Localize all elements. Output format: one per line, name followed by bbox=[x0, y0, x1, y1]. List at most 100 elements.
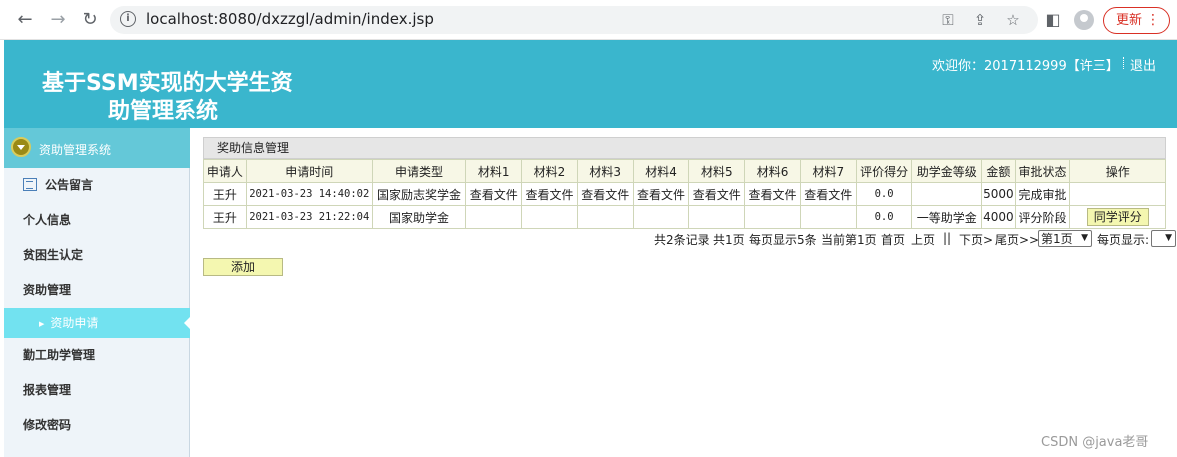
cell-material bbox=[576, 205, 634, 229]
pager-first-link[interactable]: 首页 bbox=[881, 231, 905, 248]
header-divider bbox=[1123, 57, 1124, 69]
panel-title: 奖助信息管理 bbox=[203, 137, 1166, 159]
cell-material bbox=[465, 205, 523, 229]
app-title-line2: 助管理系统 bbox=[108, 99, 219, 124]
address-bar[interactable]: i localhost:8080/dxzzgl/admin/index.jsp … bbox=[110, 6, 1038, 34]
sidebar-item-label: 勤工助学管理 bbox=[23, 348, 96, 362]
cell-type: 国家励志奖学金 bbox=[371, 182, 467, 206]
view-file-link[interactable]: 查看文件 bbox=[576, 182, 634, 206]
cell-level: 一等助学金 bbox=[911, 205, 983, 229]
sidebar-item-work-study[interactable]: 勤工助学管理 bbox=[4, 338, 190, 373]
sidebar-item-label: 公告留言 bbox=[45, 178, 94, 192]
column-header: 材料5 bbox=[688, 159, 746, 183]
cell-action: 同学评分 bbox=[1069, 205, 1166, 229]
view-file-link[interactable]: 查看文件 bbox=[465, 182, 523, 206]
sidebar-item-aid-management[interactable]: 资助管理 bbox=[4, 273, 190, 308]
view-file-link[interactable]: 查看文件 bbox=[744, 182, 801, 206]
cell-time: 2021-03-23 21:22:04 bbox=[245, 205, 373, 229]
update-button[interactable]: 更新 ⋮ bbox=[1103, 7, 1170, 34]
page-select[interactable]: 第1页 ▼ bbox=[1038, 230, 1092, 247]
site-info-icon[interactable]: i bbox=[120, 11, 136, 27]
sidebar-item-label: 贫困生认定 bbox=[23, 248, 84, 262]
table-header-row: 申请人 申请时间 申请类型 材料1 材料2 材料3 材料4 材料5 材料6 材料… bbox=[203, 159, 1166, 183]
sidebar-item-label: 资助申请 bbox=[50, 316, 99, 330]
cell-amount: 4000 bbox=[981, 205, 1016, 229]
caret-right-icon: ▶ bbox=[39, 320, 45, 328]
sidebar-system-header[interactable]: 资助管理系统 bbox=[4, 128, 190, 168]
pagination: 共2条记录 共1页 每页显示5条 当前第1页 首页 上页 || 下页> 尾页>>… bbox=[654, 230, 1177, 248]
pager-next-link[interactable]: 下页> bbox=[959, 231, 993, 248]
browser-toolbar: ← → ↻ i localhost:8080/dxzzgl/admin/inde… bbox=[0, 0, 1177, 40]
cell-score: 0.0 bbox=[855, 205, 913, 229]
cell-material bbox=[521, 205, 578, 229]
column-header: 申请时间 bbox=[245, 159, 373, 183]
cell-material bbox=[632, 205, 690, 229]
share-icon[interactable]: ⇪ bbox=[970, 10, 990, 30]
sidebar-item-label: 报表管理 bbox=[23, 383, 72, 397]
cell-time: 2021-03-23 14:40:02 bbox=[245, 182, 373, 206]
add-button[interactable]: 添加 bbox=[203, 258, 283, 276]
pager-divider: || bbox=[943, 231, 952, 245]
cell-type: 国家助学金 bbox=[371, 205, 467, 229]
sidebar-item-notice[interactable]: 公告留言 bbox=[4, 168, 190, 203]
sidebar-subitem-aid-application[interactable]: ▶ 资助申请 bbox=[4, 308, 191, 338]
chevron-down-icon: ▼ bbox=[1081, 233, 1088, 243]
sidebar-item-reports[interactable]: 报表管理 bbox=[4, 373, 190, 408]
cell-action bbox=[1069, 182, 1166, 206]
sidebar-item-poverty-certification[interactable]: 贫困生认定 bbox=[4, 238, 190, 273]
cell-score: 0.0 bbox=[855, 182, 913, 206]
profile-avatar-icon[interactable] bbox=[1074, 10, 1094, 30]
column-header: 金额 bbox=[981, 159, 1016, 183]
sidebar-system-label: 资助管理系统 bbox=[39, 143, 112, 157]
cell-applicant: 王升 bbox=[203, 182, 247, 206]
view-file-link[interactable]: 查看文件 bbox=[688, 182, 746, 206]
list-icon bbox=[23, 178, 37, 191]
table-row: 王升 2021-03-23 21:22:04 国家助学金 0.0 一等助学金 4… bbox=[203, 205, 1166, 229]
cell-status: 评分阶段 bbox=[1014, 205, 1071, 229]
pager-current: 当前第1页 bbox=[821, 233, 877, 247]
back-arrow-icon[interactable]: ← bbox=[13, 8, 37, 32]
pager-per-page-label: 每页显示: bbox=[1097, 233, 1150, 247]
key-icon[interactable]: ⚿ bbox=[938, 10, 958, 30]
cell-status: 完成审批 bbox=[1014, 182, 1071, 206]
page-select-value: 第1页 bbox=[1041, 232, 1073, 246]
table-row: 王升 2021-03-23 14:40:02 国家励志奖学金 查看文件 查看文件… bbox=[203, 182, 1166, 206]
peer-rating-button[interactable]: 同学评分 bbox=[1086, 208, 1149, 226]
view-file-link[interactable]: 查看文件 bbox=[632, 182, 690, 206]
expand-circle-icon bbox=[11, 137, 31, 157]
award-table: 申请人 申请时间 申请类型 材料1 材料2 材料3 材料4 材料5 材料6 材料… bbox=[203, 159, 1166, 229]
view-file-link[interactable]: 查看文件 bbox=[521, 182, 578, 206]
cell-amount: 5000 bbox=[981, 182, 1016, 206]
sidebar-item-label: 修改密码 bbox=[23, 418, 72, 432]
column-header: 材料6 bbox=[744, 159, 801, 183]
column-header: 申请人 bbox=[203, 159, 247, 183]
sidebar-item-profile[interactable]: 个人信息 bbox=[4, 203, 190, 238]
cell-material bbox=[688, 205, 746, 229]
reload-icon[interactable]: ↻ bbox=[78, 8, 102, 32]
cell-level bbox=[911, 182, 983, 206]
logout-link[interactable]: 退出 bbox=[1130, 55, 1156, 74]
pager-prev-link[interactable]: 上页 bbox=[911, 231, 935, 248]
star-icon[interactable]: ☆ bbox=[1003, 10, 1023, 30]
sidebar-item-label: 资助管理 bbox=[23, 283, 72, 297]
cell-material bbox=[744, 205, 801, 229]
column-header: 材料7 bbox=[799, 159, 857, 183]
more-menu-icon: ⋮ bbox=[1146, 12, 1160, 28]
sidebar-item-change-password[interactable]: 修改密码 bbox=[4, 408, 190, 443]
side-panel-icon[interactable]: ◧ bbox=[1042, 9, 1064, 31]
column-header: 材料2 bbox=[521, 159, 578, 183]
forward-arrow-icon[interactable]: → bbox=[46, 8, 70, 32]
view-file-link[interactable]: 查看文件 bbox=[799, 182, 857, 206]
pager-last-link[interactable]: 尾页>> bbox=[995, 231, 1039, 248]
app-title-line1: 基于SSM实现的大学生资 bbox=[42, 71, 293, 96]
pager-total: 共2条记录 bbox=[654, 233, 710, 247]
per-page-select[interactable]: ▼ bbox=[1151, 230, 1176, 247]
column-header: 申请类型 bbox=[371, 159, 467, 183]
column-header: 材料4 bbox=[632, 159, 690, 183]
column-header: 评价得分 bbox=[855, 159, 913, 183]
column-header: 助学金等级 bbox=[911, 159, 983, 183]
watermark: CSDN @java老哥 bbox=[1041, 435, 1149, 450]
app-header: 基于SSM实现的大学生资 助管理系统 欢迎你：2017112999【许三】 退出 bbox=[4, 40, 1177, 128]
update-label: 更新 bbox=[1116, 13, 1143, 28]
sidebar-item-label: 个人信息 bbox=[23, 213, 72, 227]
